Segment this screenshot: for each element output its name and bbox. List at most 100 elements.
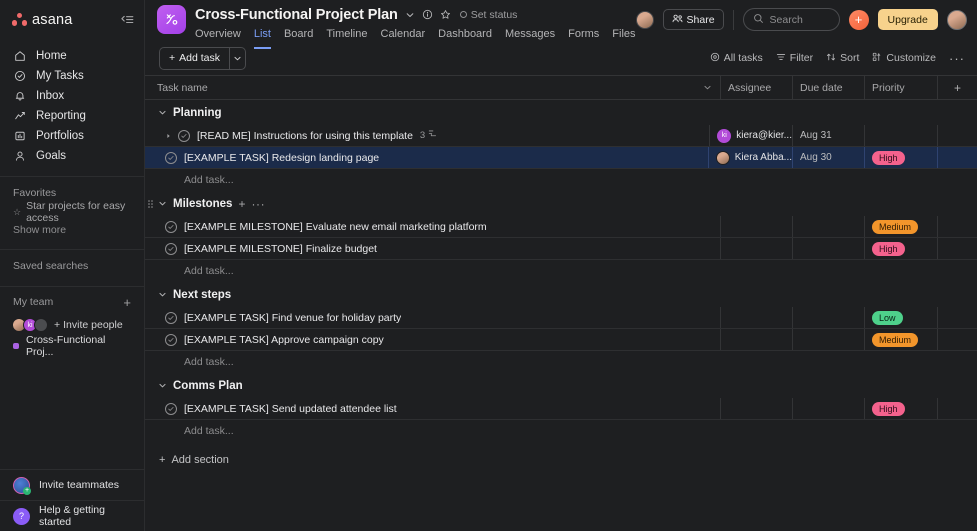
chevron-down-icon[interactable]: [157, 381, 167, 391]
table-row[interactable]: [EXAMPLE MILESTONE] Evaluate new email m…: [145, 216, 977, 238]
expand-subtasks-icon[interactable]: [165, 132, 172, 139]
table-row[interactable]: [EXAMPLE TASK] Send updated attendee lis…: [145, 398, 977, 420]
cell-priority[interactable]: High: [864, 147, 937, 168]
chevron-down-icon[interactable]: [405, 10, 415, 20]
complete-task-checkbox[interactable]: [165, 220, 177, 233]
cell-assignee[interactable]: [720, 307, 792, 328]
complete-task-checkbox[interactable]: [165, 242, 177, 255]
add-section-button[interactable]: + Add section: [145, 442, 977, 466]
more-options-button[interactable]: ···: [949, 52, 965, 65]
sort-button[interactable]: Sort: [826, 52, 859, 65]
table-row[interactable]: [EXAMPLE TASK] Approve campaign copy Medi…: [145, 329, 977, 351]
cell-priority[interactable]: Medium: [864, 216, 937, 237]
section-name[interactable]: Planning: [173, 107, 222, 119]
sidebar-item-portfolios[interactable]: Portfolios: [0, 126, 144, 146]
tab-board[interactable]: Board: [284, 27, 313, 49]
cell-priority[interactable]: Low: [864, 307, 937, 328]
invite-teammates-button[interactable]: Invite teammates: [0, 469, 144, 500]
section-options-button[interactable]: ···: [251, 198, 265, 210]
add-task-placeholder-row[interactable]: Add task...: [145, 260, 977, 282]
table-row[interactable]: [EXAMPLE MILESTONE] Finalize budget High: [145, 238, 977, 260]
add-task-dropdown-button[interactable]: [229, 46, 246, 70]
all-tasks-button[interactable]: All tasks: [710, 52, 763, 65]
cell-priority[interactable]: High: [864, 398, 937, 419]
avatar[interactable]: [946, 9, 967, 30]
share-button[interactable]: Share: [662, 9, 724, 30]
complete-task-checkbox[interactable]: [178, 129, 190, 142]
cell-task-name[interactable]: [EXAMPLE TASK] Send updated attendee lis…: [145, 398, 720, 419]
cell-due-date[interactable]: Aug 30: [792, 147, 864, 168]
section-name[interactable]: Next steps: [173, 289, 231, 301]
filter-button[interactable]: Filter: [776, 52, 813, 65]
cell-priority[interactable]: Medium: [864, 329, 937, 350]
tab-dashboard[interactable]: Dashboard: [438, 27, 492, 49]
add-task-placeholder-row[interactable]: Add task...: [145, 420, 977, 442]
tab-files[interactable]: Files: [612, 27, 635, 49]
cell-due-date[interactable]: [792, 216, 864, 237]
cell-priority[interactable]: High: [864, 238, 937, 259]
sidebar-item-inbox[interactable]: Inbox: [0, 86, 144, 106]
tab-overview[interactable]: Overview: [195, 27, 241, 49]
collapse-sidebar-icon[interactable]: [120, 15, 134, 26]
column-header-due-date[interactable]: Due date: [792, 76, 864, 99]
cell-assignee[interactable]: ki kiera@kier...: [709, 125, 792, 146]
sidebar-project-cross-functional[interactable]: Cross-Functional Proj...: [0, 334, 144, 358]
cell-task-name[interactable]: [EXAMPLE TASK] Find venue for holiday pa…: [145, 307, 720, 328]
create-button[interactable]: +: [848, 9, 869, 30]
cell-task-name[interactable]: [EXAMPLE TASK] Approve campaign copy: [145, 329, 720, 350]
invite-people-button[interactable]: + Invite people: [54, 319, 123, 331]
chevron-down-icon[interactable]: [157, 108, 167, 118]
tab-calendar[interactable]: Calendar: [381, 27, 426, 49]
sidebar-item-my-tasks[interactable]: My Tasks: [0, 66, 144, 86]
info-circle-icon[interactable]: [422, 9, 433, 20]
customize-button[interactable]: Customize: [872, 52, 936, 65]
section-name[interactable]: Comms Plan: [173, 380, 243, 392]
cell-assignee[interactable]: [720, 216, 792, 237]
show-more-button[interactable]: Show more: [0, 221, 144, 239]
cell-task-name[interactable]: [EXAMPLE TASK] Redesign landing page: [145, 147, 708, 168]
column-header-assignee[interactable]: Assignee: [720, 76, 792, 99]
cell-assignee[interactable]: Kiera Abba...: [707, 147, 792, 168]
tab-messages[interactable]: Messages: [505, 27, 555, 49]
add-team-member-button[interactable]: +: [123, 296, 131, 309]
sidebar-item-reporting[interactable]: Reporting: [0, 106, 144, 126]
cell-due-date[interactable]: [792, 329, 864, 350]
add-task-button[interactable]: + Add task: [159, 46, 229, 70]
avatar[interactable]: [635, 10, 654, 29]
add-task-to-section-button[interactable]: +: [238, 198, 245, 210]
section-name[interactable]: Milestones: [173, 198, 232, 210]
set-status-button[interactable]: Set status: [459, 9, 517, 21]
cell-due-date[interactable]: [792, 238, 864, 259]
sidebar-item-home[interactable]: Home: [0, 46, 144, 66]
table-row[interactable]: [EXAMPLE TASK] Find venue for holiday pa…: [145, 307, 977, 329]
tab-list[interactable]: List: [253, 27, 271, 49]
star-icon[interactable]: [440, 9, 451, 20]
cell-due-date[interactable]: Aug 31: [792, 125, 864, 146]
help-getting-started-button[interactable]: ? Help & getting started: [0, 500, 144, 531]
add-column-button[interactable]: +: [937, 76, 977, 99]
cell-priority[interactable]: [864, 125, 937, 146]
chevron-down-icon[interactable]: [157, 199, 167, 209]
cell-due-date[interactable]: [792, 307, 864, 328]
cell-task-name[interactable]: [EXAMPLE MILESTONE] Evaluate new email m…: [145, 216, 720, 237]
search-input[interactable]: Search: [742, 8, 840, 31]
tab-forms[interactable]: Forms: [568, 27, 599, 49]
complete-task-checkbox[interactable]: [165, 333, 177, 346]
chevron-down-icon[interactable]: [157, 290, 167, 300]
cell-task-name[interactable]: [READ ME] Instructions for using this te…: [145, 125, 709, 146]
cell-assignee[interactable]: [720, 329, 792, 350]
table-row[interactable]: [EXAMPLE TASK] Redesign landing page Kier…: [145, 147, 977, 169]
complete-task-checkbox[interactable]: [165, 402, 177, 415]
cell-task-name[interactable]: [EXAMPLE MILESTONE] Finalize budget: [145, 238, 720, 259]
avatar[interactable]: [34, 318, 48, 332]
chevron-down-icon[interactable]: [703, 83, 712, 92]
tab-timeline[interactable]: Timeline: [326, 27, 367, 49]
drag-handle-icon[interactable]: [148, 200, 153, 208]
add-task-placeholder-row[interactable]: Add task...: [145, 351, 977, 373]
add-task-placeholder-row[interactable]: Add task...: [145, 169, 977, 191]
sidebar-item-goals[interactable]: Goals: [0, 146, 144, 166]
asana-logo[interactable]: asana: [12, 12, 73, 28]
table-row[interactable]: [READ ME] Instructions for using this te…: [145, 125, 977, 147]
complete-task-checkbox[interactable]: [165, 311, 177, 324]
column-header-task-name[interactable]: Task name: [145, 76, 720, 99]
